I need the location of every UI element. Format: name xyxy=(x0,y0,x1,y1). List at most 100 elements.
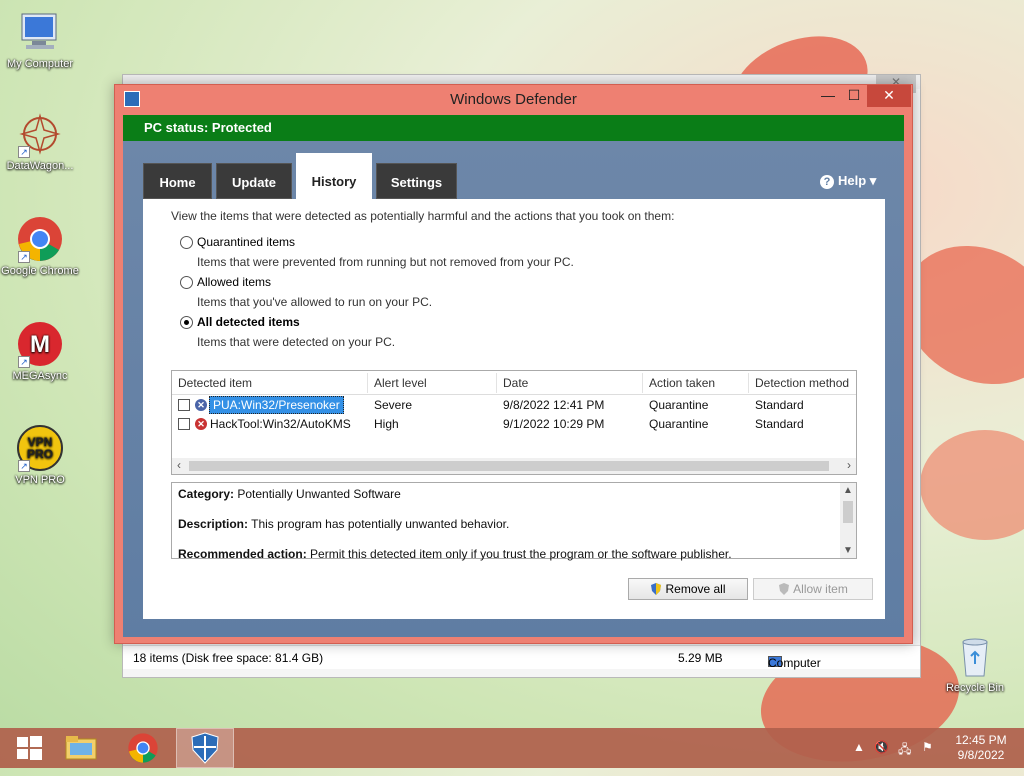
detail-value: This program has potentially unwanted be… xyxy=(251,517,510,531)
radio-all-detected-items[interactable]: All detected items xyxy=(180,315,300,331)
desktop-icon-recycle-bin[interactable]: Recycle Bin xyxy=(935,632,1015,694)
method-cell: Standard xyxy=(755,398,804,412)
column-header-date[interactable]: Date xyxy=(503,376,528,390)
scroll-down-icon[interactable]: ▼ xyxy=(843,545,853,556)
taskbar-file-explorer[interactable] xyxy=(52,728,110,768)
desktop-icon-vpn-pro[interactable]: VPN PRO ↗ VPN PRO xyxy=(0,424,80,486)
clock-date: 9/8/2022 xyxy=(957,748,1005,762)
radio-quarantined-items[interactable]: Quarantined items xyxy=(180,235,295,251)
defender-body: Home Update History Settings ? Help ▾ Vie… xyxy=(123,141,904,637)
help-icon: ? xyxy=(820,175,834,189)
scroll-left-icon[interactable]: ‹ xyxy=(177,458,181,472)
radio-label: Allowed items xyxy=(197,275,272,289)
explorer-status-bar: 18 items (Disk free space: 81.4 GB) 5.29… xyxy=(123,645,920,670)
desktop-icon-my-computer[interactable]: My Computer xyxy=(0,8,80,70)
button-label: Allow item xyxy=(793,582,848,596)
taskbar-windows-defender[interactable] xyxy=(176,728,234,768)
row-checkbox[interactable] xyxy=(178,418,190,430)
detail-description: Description: This program has potentiall… xyxy=(178,517,509,531)
column-separator[interactable] xyxy=(367,373,368,393)
column-header-detection-method[interactable]: Detection method xyxy=(755,376,849,390)
desktop-icon-google-chrome[interactable]: ↗ Google Chrome xyxy=(0,215,80,277)
radio-button[interactable] xyxy=(180,276,193,290)
allow-item-button[interactable]: Allow item xyxy=(753,578,873,600)
clock-time: 12:45 PM xyxy=(955,733,1007,747)
radio-allowed-items[interactable]: Allowed items xyxy=(180,275,271,291)
method-cell: Standard xyxy=(755,417,804,431)
column-header-alert-level[interactable]: Alert level xyxy=(374,376,427,390)
minimize-button[interactable]: — xyxy=(815,85,841,107)
radio-button-checked[interactable] xyxy=(180,316,193,330)
shortcut-arrow-icon: ↗ xyxy=(18,460,30,472)
detail-category: Category: Potentially Unwanted Software xyxy=(178,487,401,501)
table-row[interactable]: ✕ PUA:Win32/Presenoker Severe 9/8/2022 1… xyxy=(172,396,856,415)
desktop-icon-label: DataWagon... xyxy=(6,160,74,172)
desktop-icon-label: Recycle Bin xyxy=(945,682,1005,694)
radio-description: Items that you've allowed to run on your… xyxy=(197,295,433,309)
windows-logo-icon xyxy=(17,736,42,760)
chrome-icon: ↗ xyxy=(16,215,64,263)
help-menu[interactable]: ? Help ▾ xyxy=(820,173,876,189)
action-cell: Quarantine xyxy=(649,398,709,412)
remove-all-button[interactable]: Remove all xyxy=(628,578,748,600)
taskbar-clock[interactable]: 12:45 PM 9/8/2022 xyxy=(945,733,1017,763)
scroll-up-icon[interactable]: ▲ xyxy=(843,485,853,496)
selected-item-text: PUA:Win32/Presenoker xyxy=(209,396,344,414)
scroll-right-icon[interactable]: › xyxy=(847,458,851,472)
chrome-icon xyxy=(128,733,158,763)
titlebar[interactable]: Windows Defender — ☐ ✕ xyxy=(115,85,912,113)
status-size: 5.29 MB xyxy=(678,651,723,665)
megasync-icon: M ↗ xyxy=(16,320,64,368)
speaker-muted-icon[interactable]: 🔇 xyxy=(874,740,889,754)
pc-status-banner: PC status: Protected xyxy=(123,115,904,141)
column-separator[interactable] xyxy=(496,373,497,393)
shortcut-arrow-icon: ↗ xyxy=(18,251,30,263)
detected-items-list[interactable]: Detected item Alert level Date Action ta… xyxy=(171,370,857,475)
column-header-detected-item[interactable]: Detected item xyxy=(178,376,252,390)
detected-item-name: HackTool:Win32/AutoKMS xyxy=(210,417,351,431)
column-header-action-taken[interactable]: Action taken xyxy=(649,376,715,390)
recycle-bin-icon xyxy=(951,632,999,680)
taskbar-chrome[interactable] xyxy=(114,728,172,768)
button-label: Remove all xyxy=(665,582,726,596)
date-cell: 9/1/2022 10:29 PM xyxy=(503,417,605,431)
wallpaper-petal xyxy=(920,430,1024,540)
folder-icon xyxy=(65,736,97,760)
radio-label: All detected items xyxy=(197,315,300,329)
network-icon[interactable]: 🖧 xyxy=(898,740,911,761)
start-button[interactable] xyxy=(0,728,58,768)
tab-update[interactable]: Update xyxy=(216,163,292,199)
vertical-scrollbar[interactable]: ▲ ▼ xyxy=(840,483,856,558)
tab-settings[interactable]: Settings xyxy=(376,163,457,199)
desktop-icon-datawagon[interactable]: ↗ DataWagon... xyxy=(0,110,80,172)
detail-value: Permit this detected item only if you tr… xyxy=(310,547,732,561)
row-checkbox[interactable] xyxy=(178,399,190,411)
detail-label: Recommended action: xyxy=(178,547,307,561)
detail-recommended-action: Recommended action: Permit this detected… xyxy=(178,547,732,561)
radio-button[interactable] xyxy=(180,236,193,250)
shortcut-arrow-icon: ↗ xyxy=(18,146,30,158)
defender-shield-icon xyxy=(191,732,219,764)
window-title: Windows Defender xyxy=(450,91,577,108)
close-button[interactable]: ✕ xyxy=(867,85,911,107)
detail-label: Category: xyxy=(178,487,235,501)
show-hidden-icons-icon[interactable]: ▲ xyxy=(853,740,865,754)
horizontal-scrollbar[interactable]: ‹ › xyxy=(172,458,856,474)
desktop-icon-label: VPN PRO xyxy=(15,474,65,486)
column-separator[interactable] xyxy=(748,373,749,393)
windows-defender-window: Windows Defender — ☐ ✕ PC status: Protec… xyxy=(114,84,913,644)
maximize-button[interactable]: ☐ xyxy=(841,85,867,107)
scrollbar-thumb[interactable] xyxy=(843,501,853,523)
scrollbar-thumb[interactable] xyxy=(189,461,829,471)
computer-icon xyxy=(16,8,64,56)
alert-level-cell: High xyxy=(374,417,399,431)
table-row[interactable]: ✕ HackTool:Win32/AutoKMS High 9/1/2022 1… xyxy=(172,415,856,434)
column-separator[interactable] xyxy=(642,373,643,393)
tab-history[interactable]: History xyxy=(296,153,372,199)
action-center-flag-icon[interactable]: ⚑ xyxy=(922,740,933,754)
tab-home[interactable]: Home xyxy=(143,163,212,199)
vpn-pro-icon: VPN PRO ↗ xyxy=(16,424,64,472)
threat-severe-icon: ✕ xyxy=(195,399,207,411)
desktop-icon-megasync[interactable]: M ↗ MEGAsync xyxy=(0,320,80,382)
threat-high-icon: ✕ xyxy=(195,418,207,430)
